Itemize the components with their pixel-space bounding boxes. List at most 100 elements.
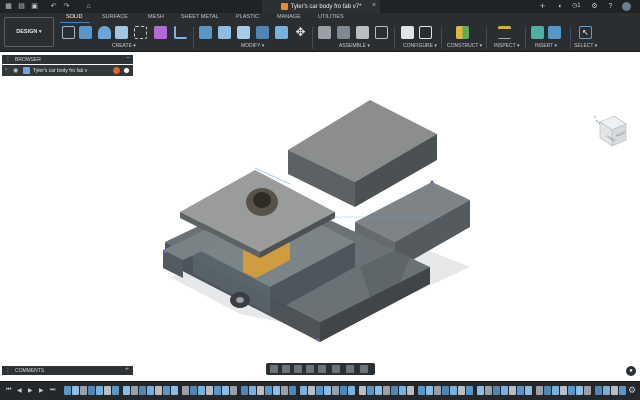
sketch-point[interactable] <box>430 180 434 184</box>
help-icon[interactable]: ? <box>606 2 615 11</box>
joint-origin-icon[interactable] <box>375 26 388 39</box>
timeline-feature-icon[interactable] <box>509 386 516 395</box>
select-group-label[interactable]: SELECT ▾ <box>574 43 597 49</box>
timeline-feature-icon[interactable] <box>182 386 189 395</box>
timeline-feature-icon[interactable] <box>340 386 347 395</box>
new-component-assemble-icon[interactable] <box>318 26 331 39</box>
timeline-feature-icon[interactable] <box>257 386 264 395</box>
timeline-feature-icon[interactable] <box>399 386 406 395</box>
timeline-feature-icon[interactable] <box>391 386 398 395</box>
collapse-icon[interactable]: − <box>126 55 130 62</box>
clock-indicator[interactable]: ◷1 <box>572 2 581 9</box>
timeline-feature-icon[interactable] <box>289 386 296 395</box>
sweep-icon[interactable] <box>134 26 147 39</box>
tab-mesh[interactable]: MESH <box>148 14 164 20</box>
tab-surface[interactable]: SURFACE <box>102 14 128 20</box>
avatar[interactable] <box>622 2 631 11</box>
workspace-switcher-button[interactable]: DESIGN ▾ <box>4 17 54 47</box>
measure-icon[interactable] <box>498 26 511 39</box>
timeline-feature-icon[interactable] <box>603 386 610 395</box>
timeline-feature-icon[interactable] <box>485 386 492 395</box>
version-badge-icon[interactable] <box>113 67 120 74</box>
as-built-joint-icon[interactable] <box>356 26 369 39</box>
timeline-feature-icon[interactable] <box>383 386 390 395</box>
timeline-feature-icon[interactable] <box>316 386 323 395</box>
timeline-feature-icon[interactable] <box>517 386 524 395</box>
timeline-feature-icon[interactable] <box>190 386 197 395</box>
configure-icon[interactable] <box>401 26 414 39</box>
insert-group-label[interactable]: INSERT ▾ <box>535 43 557 49</box>
timeline-feature-icon[interactable] <box>477 386 484 395</box>
insert-image-icon[interactable] <box>548 26 561 39</box>
timeline-feature-icon[interactable] <box>222 386 229 395</box>
document-tab[interactable]: Tyler's car body fro fab v7* × <box>262 0 380 13</box>
notifications-icon[interactable]: ⚙ <box>590 2 599 11</box>
step-back-icon[interactable]: ◀ <box>17 387 22 394</box>
timeline-feature-icon[interactable] <box>493 386 500 395</box>
timeline-feature-icon[interactable] <box>418 386 425 395</box>
timeline-feature-icon[interactable] <box>80 386 87 395</box>
timeline-feature-icon[interactable] <box>348 386 355 395</box>
ai-assistant-button[interactable]: ● <box>626 366 636 376</box>
timeline-feature-icon[interactable] <box>198 386 205 395</box>
play-icon[interactable]: ▶ <box>28 387 33 394</box>
press-pull-icon[interactable] <box>199 26 212 39</box>
timeline-feature-icon[interactable] <box>434 386 441 395</box>
inspect-group-label[interactable]: INSPECT ▾ <box>494 43 519 49</box>
comments-panel-header[interactable]: ⋮ COMMENTS + <box>2 366 133 375</box>
save-icon[interactable]: ▣ <box>30 2 39 11</box>
fillet-icon[interactable] <box>218 26 231 39</box>
timeline-feature-icon[interactable] <box>619 386 626 395</box>
model-canvas[interactable] <box>0 52 640 362</box>
create-group-label[interactable]: CREATE ▾ <box>112 43 136 49</box>
timeline-feature-icon[interactable] <box>595 386 602 395</box>
tab-plastic[interactable]: PLASTIC <box>236 14 259 20</box>
timeline-feature-icon[interactable] <box>407 386 414 395</box>
timeline-feature-icon[interactable] <box>88 386 95 395</box>
timeline-feature-icon[interactable] <box>249 386 256 395</box>
timeline-feature-icon[interactable] <box>112 386 119 395</box>
look-at-icon[interactable] <box>282 365 290 373</box>
timeline-feature-icon[interactable] <box>308 386 315 395</box>
visibility-eye-icon[interactable]: ◉ <box>13 67 18 74</box>
timeline-feature-icon[interactable] <box>568 386 575 395</box>
revolve-icon[interactable] <box>115 26 128 39</box>
new-sketch-icon[interactable] <box>62 26 75 39</box>
timeline-feature-icon[interactable] <box>273 386 280 395</box>
redo-icon[interactable]: ↷ <box>62 2 71 11</box>
timeline-feature-icon[interactable] <box>300 386 307 395</box>
timeline-feature-icon[interactable] <box>155 386 162 395</box>
grid-settings-icon[interactable] <box>346 365 354 373</box>
select-cursor-icon[interactable]: ↖ <box>579 26 592 39</box>
timeline-feature-icon[interactable] <box>139 386 146 395</box>
new-tab-icon[interactable]: + <box>538 2 547 11</box>
assemble-group-label[interactable]: ASSEMBLE ▾ <box>339 43 370 49</box>
go-to-start-icon[interactable]: ⏮ <box>6 387 11 394</box>
timeline-feature-icon[interactable] <box>324 386 331 395</box>
timeline-feature-icon[interactable] <box>552 386 559 395</box>
timeline-feature-icon[interactable] <box>525 386 532 395</box>
construct-group-label[interactable]: CONSTRUCT ▾ <box>447 43 482 49</box>
pattern-icon[interactable] <box>174 26 187 39</box>
canvas-viewport[interactable]: FRONT RIGHT Z <box>0 52 640 362</box>
timeline-feature-icon[interactable] <box>576 386 583 395</box>
sketch-point[interactable] <box>316 338 320 342</box>
combine-icon[interactable] <box>275 26 288 39</box>
tab-manage[interactable]: MANAGE <box>277 14 301 20</box>
fit-icon[interactable] <box>318 365 326 373</box>
configure-group-label[interactable]: CONFIGURE ▾ <box>403 43 437 49</box>
extrude-icon[interactable] <box>98 26 111 39</box>
timeline-feature-icon[interactable] <box>265 386 272 395</box>
offset-plane-icon[interactable] <box>456 26 469 39</box>
timeline-feature-icon[interactable] <box>123 386 130 395</box>
table-icon[interactable] <box>419 26 432 39</box>
activate-radio-icon[interactable] <box>123 67 130 74</box>
expand-chevron-icon[interactable]: › <box>5 67 7 73</box>
timeline-feature-icon[interactable] <box>611 386 618 395</box>
timeline-feature-icon[interactable] <box>536 386 543 395</box>
timeline-feature-icon[interactable] <box>241 386 248 395</box>
timeline-feature-icon[interactable] <box>359 386 366 395</box>
timeline-feature-icon[interactable] <box>375 386 382 395</box>
viewcube[interactable]: FRONT RIGHT Z <box>590 112 632 152</box>
form-icon[interactable] <box>154 26 167 39</box>
